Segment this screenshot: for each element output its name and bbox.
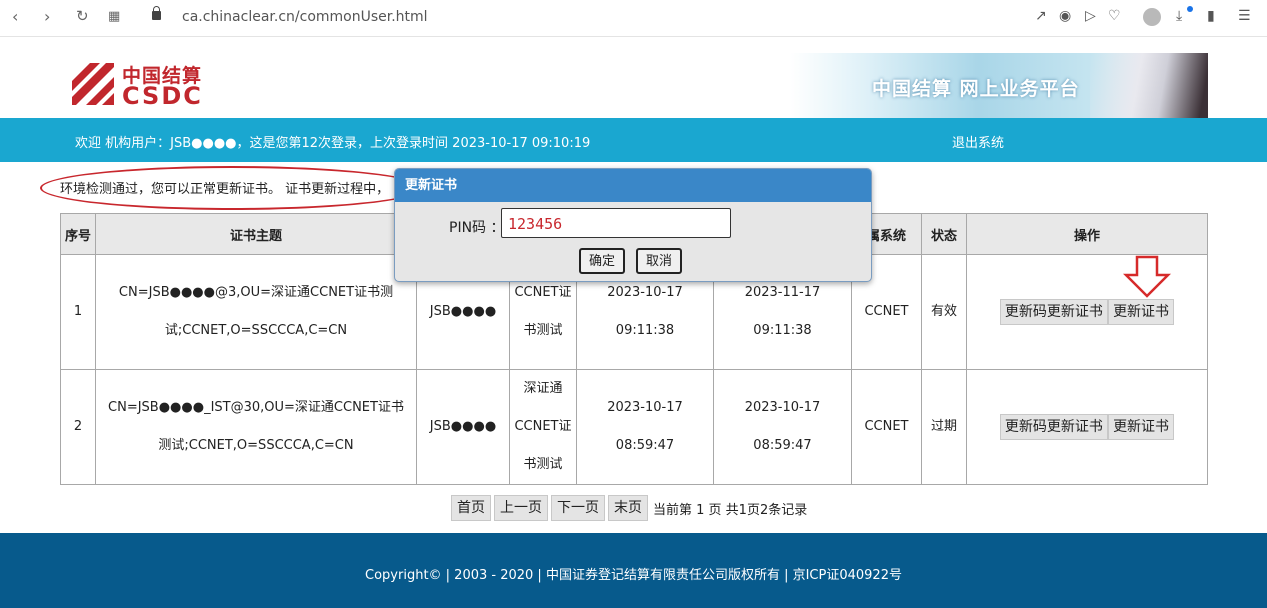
prev-page-button[interactable]: 上一页 <box>494 495 548 521</box>
share-icon[interactable]: ↗ <box>1035 8 1047 24</box>
menu-icon[interactable]: ☰ <box>1238 8 1251 24</box>
pin-input[interactable]: 123456 <box>501 208 731 238</box>
send-icon[interactable]: ▷ <box>1085 8 1096 24</box>
last-page-button[interactable]: 末页 <box>608 495 648 521</box>
download-icon[interactable]: ⤓ <box>1176 8 1182 24</box>
col-index: 序号 <box>60 213 96 255</box>
pin-update-button[interactable]: 更新码更新证书 <box>999 413 1108 440</box>
logo-english: CSDC <box>122 82 203 110</box>
copyright-text: Copyright© | 2003 - 2020 | 中国证券登记结算有限责任公… <box>365 568 902 583</box>
screenshot-icon[interactable]: ◉ <box>1059 8 1071 24</box>
environment-notice: 环境检测通过，您可以正常更新证书。 证书更新过程中， <box>60 182 390 197</box>
row-subject: CN=JSB●●●●_IST@30,OU=深证通CCNET证书测试;CCNET,… <box>95 369 417 485</box>
row-index: 2 <box>60 369 96 485</box>
row-issuer: 深证通CCNET证书测试 <box>509 369 577 485</box>
banner-image <box>1090 53 1208 119</box>
row-status: 过期 <box>921 369 967 485</box>
col-status: 状态 <box>921 213 967 255</box>
avatar-icon[interactable] <box>1143 8 1161 26</box>
update-cert-button[interactable]: 更新证书 <box>1108 298 1175 325</box>
row-actions: 更新码更新证书 更新证书 <box>966 369 1208 485</box>
pin-update-button[interactable]: 更新码更新证书 <box>999 298 1108 325</box>
row-status: 有效 <box>921 254 967 370</box>
pin-label: PIN码 ： <box>449 220 505 236</box>
pagination: 首页 上一页 下一页 末页 当前第 1 页 共1页2条记录 <box>451 495 807 521</box>
next-page-button[interactable]: 下一页 <box>551 495 605 521</box>
page-info: 当前第 1 页 共1页2条记录 <box>653 502 808 518</box>
row-end: 2023-10-17 08:59:47 <box>713 369 852 485</box>
site-footer: Copyright© | 2003 - 2020 | 中国证券登记结算有限责任公… <box>0 533 1267 608</box>
row-start: 2023-10-17 08:59:47 <box>576 369 714 485</box>
col-subject: 证书主题 <box>95 213 417 255</box>
apps-icon[interactable]: ▦ <box>108 9 120 24</box>
reload-icon[interactable]: ↻ <box>76 7 89 25</box>
heart-icon[interactable]: ♡ <box>1108 8 1121 24</box>
table-row: 2 CN=JSB●●●●_IST@30,OU=深证通CCNET证书测试;CCNE… <box>60 369 1208 485</box>
row-index: 1 <box>60 254 96 370</box>
welcome-bar: 欢迎 机构用户：JSB●●●●，这是您第12次登录，上次登录时间 2023-10… <box>0 118 1267 162</box>
row-user: JSB●●●● <box>416 369 510 485</box>
row-actions: 更新码更新证书 更新证书 <box>966 254 1208 370</box>
first-page-button[interactable]: 首页 <box>451 495 491 521</box>
forward-icon[interactable]: › <box>44 7 50 26</box>
update-cert-button[interactable]: 更新证书 <box>1108 413 1175 440</box>
download-badge <box>1187 6 1193 12</box>
banner-title: 中国结算 网上业务平台 <box>872 78 1080 100</box>
dialog-title: 更新证书 <box>395 169 871 202</box>
logout-link[interactable]: 退出系统 <box>952 132 1004 151</box>
battery-icon[interactable]: ▮ <box>1207 8 1215 24</box>
col-actions: 操作 <box>966 213 1208 255</box>
down-arrow-icon <box>1123 255 1171 298</box>
update-cert-dialog: 更新证书 PIN码 ： 123456 确定 取消 <box>394 168 872 282</box>
confirm-button[interactable]: 确定 <box>579 248 626 274</box>
cancel-button[interactable]: 取消 <box>636 248 683 274</box>
site-header: 中国结算 CSDC 中国结算 网上业务平台 <box>0 37 1267 119</box>
welcome-text: 欢迎 机构用户：JSB●●●●，这是您第12次登录，上次登录时间 2023-10… <box>75 136 591 151</box>
row-system: CCNET <box>851 369 922 485</box>
header-banner: 中国结算 网上业务平台 <box>790 53 1208 119</box>
back-icon[interactable]: ‹ <box>12 7 18 26</box>
browser-toolbar: ‹ › ↻ ▦ ca.chinaclear.cn/commonUser.html… <box>0 0 1267 37</box>
address-bar[interactable]: ca.chinaclear.cn/commonUser.html <box>182 9 428 25</box>
row-subject: CN=JSB●●●●@3,OU=深证通CCNET证书测试;CCNET,O=SSC… <box>95 254 417 370</box>
csdc-logo-icon <box>72 63 114 105</box>
lock-icon <box>152 6 161 20</box>
